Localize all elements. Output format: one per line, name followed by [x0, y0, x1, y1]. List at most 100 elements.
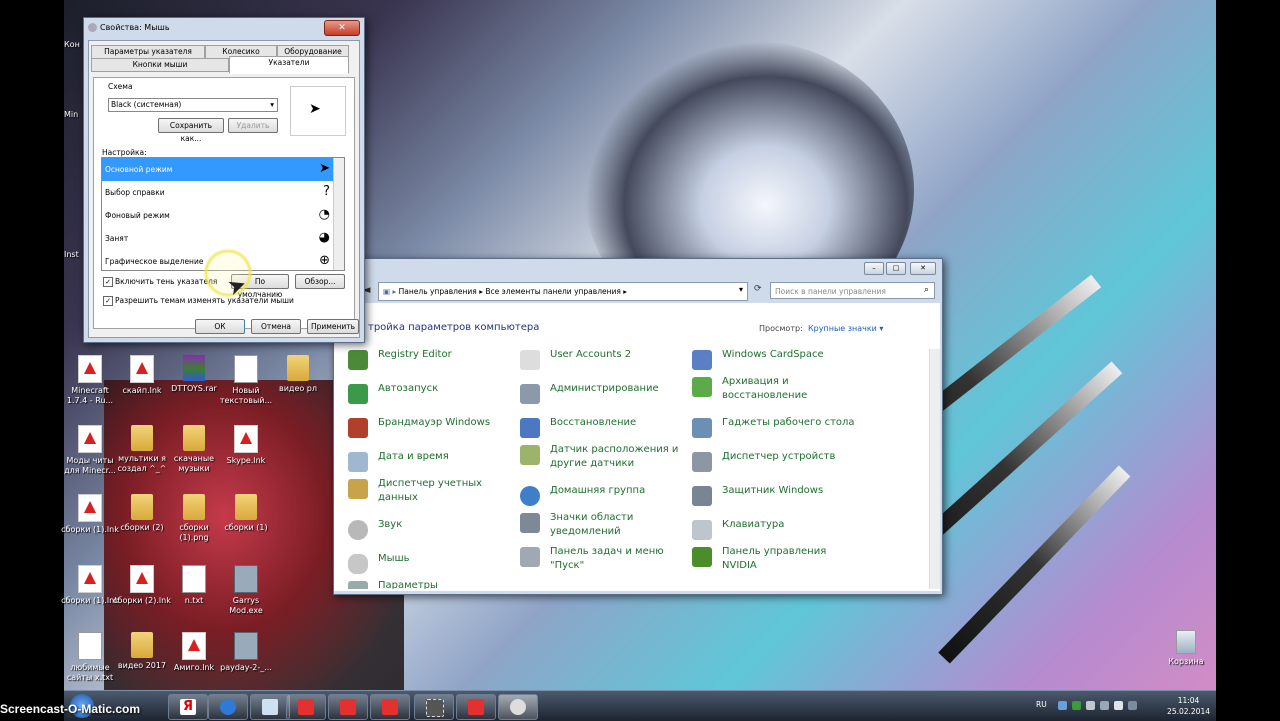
search-input[interactable]: Поиск в панели управления [770, 282, 935, 299]
date-time-icon [348, 452, 368, 472]
computer-icon: ▣ ▸ [383, 287, 397, 296]
control-panel-window[interactable]: – □ ✕ ◄ ▣ ▸ Панель управления ▸ Все элем… [333, 258, 943, 595]
vertical-scrollbar[interactable] [929, 349, 940, 589]
desktop-icon-partial[interactable]: Кон [64, 40, 84, 50]
tab-pointer-options[interactable]: Параметры указателя [91, 45, 205, 59]
cp-item[interactable]: Датчик расположения и другие датчики [520, 443, 685, 475]
taskbar-mail-button[interactable] [250, 694, 290, 720]
recycle-bin[interactable]: Корзина [1156, 630, 1216, 667]
taskbar-media-button[interactable] [208, 694, 248, 720]
tray-icon[interactable] [1128, 701, 1137, 710]
tab-buttons[interactable]: Кнопки мыши [91, 58, 229, 72]
cp-item[interactable]: Администрирование [520, 382, 685, 414]
delete-button[interactable]: Удалить [228, 118, 278, 133]
desktop-icon[interactable]: сборки (1).lnk [60, 565, 120, 606]
taskbar-pdf-button[interactable] [370, 694, 410, 720]
cp-item[interactable]: User Accounts 2 [520, 349, 685, 380]
breadcrumb-item[interactable]: Панель управления [399, 287, 477, 296]
text-file-icon [234, 355, 258, 383]
tray-icon[interactable] [1072, 701, 1081, 710]
cp-item[interactable]: Registry Editor [348, 349, 513, 380]
list-scrollbar[interactable] [333, 158, 344, 270]
cp-item[interactable]: Архивация и восстановление [692, 375, 857, 407]
cp-item[interactable]: Панель задач и меню "Пуск" [520, 545, 685, 577]
desktop-icon-partial[interactable]: Min [64, 110, 84, 120]
taskbar-pdf-button[interactable] [286, 694, 326, 720]
list-item[interactable]: Основной режим ➤ [102, 158, 344, 181]
cp-item[interactable]: Гаджеты рабочего стола [692, 416, 857, 448]
cp-item[interactable]: Брандмауэр Windows [348, 416, 513, 448]
desktop-icon[interactable]: сборки (2) [112, 494, 172, 533]
desktop-icon[interactable]: Амиго.lnk [164, 632, 224, 673]
browse-button[interactable]: Обзор... [295, 274, 345, 289]
list-item[interactable]: Фоновый режим ◔ [102, 204, 344, 227]
list-item[interactable]: Выбор справки? [102, 181, 344, 204]
desktop-icon[interactable]: Новый текстовый... [216, 355, 276, 406]
desktop-icon[interactable]: Моды читы для Minecr... [60, 425, 120, 476]
desktop-icon[interactable]: Garrys Mod.exe [216, 565, 276, 616]
shadow-label: Включить тень указателя [115, 277, 218, 286]
desktop-icon[interactable]: видео 2017 [112, 632, 172, 671]
tab-pointers[interactable]: Указатели [229, 56, 349, 74]
desktop-icon[interactable]: payday-2-_... [216, 632, 276, 673]
desktop-icon[interactable]: скачаные музыки [164, 425, 224, 474]
tray-icon[interactable] [1058, 701, 1067, 710]
clock[interactable]: 11:04 25.02.2014 [1167, 695, 1210, 717]
allow-themes-checkbox[interactable]: ✓ [103, 296, 113, 306]
save-as-button[interactable]: Сохранить как... [158, 118, 224, 143]
address-dropdown-icon[interactable]: ▾ [739, 285, 743, 294]
view-dropdown[interactable]: Крупные значки ▾ [808, 324, 883, 333]
volume-icon[interactable] [1100, 701, 1109, 710]
backup-icon [692, 377, 712, 397]
cp-item[interactable]: Диспетчер устройств [692, 450, 857, 482]
settings-icon [348, 581, 368, 589]
desktop-icon[interactable]: любимые сайты x.txt [60, 632, 120, 683]
network-icon[interactable] [1086, 701, 1095, 710]
refresh-icon[interactable]: ⟳ [754, 284, 762, 294]
ok-button[interactable]: ОК [195, 319, 245, 334]
address-bar[interactable]: ▣ ▸ Панель управления ▸ Все элементы пан… [378, 282, 748, 301]
cp-item[interactable]: Звук [348, 518, 513, 550]
desktop-icon[interactable]: скайп.lnk [112, 355, 172, 396]
cp-item[interactable]: Панель управления NVIDIA [692, 545, 857, 577]
desktop-icon[interactable]: Skype.lnk [216, 425, 276, 466]
scheme-dropdown[interactable]: Black (системная) ▾ [108, 98, 278, 112]
desktop-icon-partial[interactable]: Inst [64, 250, 84, 260]
desktop-icon[interactable]: сборки (1) [216, 494, 276, 533]
desktop-icon[interactable]: видео рл [268, 355, 328, 394]
tray-icon[interactable] [1114, 701, 1123, 710]
cancel-button[interactable]: Отмена [251, 319, 301, 334]
cp-item[interactable]: Параметры [348, 579, 513, 589]
pdf-file-icon [130, 355, 154, 383]
list-item[interactable]: Занят ◕ [102, 227, 344, 250]
desktop-icon[interactable]: сборки (1).lnk [60, 494, 120, 535]
media-player-icon [220, 699, 236, 715]
desktop-icon[interactable]: сборки (1).png [164, 494, 224, 543]
mail-icon [262, 699, 278, 715]
maximize-button[interactable]: □ [886, 262, 906, 275]
taskbar-snip-button[interactable] [414, 694, 454, 720]
desktop-icon[interactable]: n.txt [164, 565, 224, 606]
taskbar-pdf-button[interactable] [456, 694, 496, 720]
breadcrumb-item[interactable]: Все элементы панели управления [485, 287, 621, 296]
apply-button[interactable]: Применить [307, 319, 359, 334]
cp-item[interactable]: Автозапуск [348, 382, 513, 414]
close-button[interactable]: ✕ [910, 262, 936, 275]
desktop-icon[interactable]: мультики я создал ^_^ [112, 425, 172, 474]
pdf-file-icon [182, 632, 206, 660]
cp-item[interactable]: Диспетчер учетных данных [348, 477, 513, 509]
minimize-button[interactable]: – [864, 262, 884, 275]
shadow-checkbox[interactable]: ✓ [103, 277, 113, 287]
cp-item[interactable]: Значки области уведомлений [520, 511, 685, 543]
taskbar-mouse-button[interactable] [498, 694, 538, 720]
desktop-icon[interactable]: DTTOYS.rar [164, 355, 224, 394]
language-indicator[interactable]: RU [1036, 700, 1047, 709]
close-button[interactable]: ✕ [324, 20, 360, 36]
desktop-icon[interactable]: сборки (2).lnk [112, 565, 172, 606]
notification-icons-icon [520, 513, 540, 533]
letterbox-left [0, 0, 64, 720]
taskbar-pdf-button[interactable] [328, 694, 368, 720]
cp-item[interactable]: Защитник Windows [692, 484, 857, 516]
desktop-icon[interactable]: Minecraft 1.7.4 - Ru... [60, 355, 120, 406]
taskbar-yandex-button[interactable]: Я [168, 694, 208, 720]
